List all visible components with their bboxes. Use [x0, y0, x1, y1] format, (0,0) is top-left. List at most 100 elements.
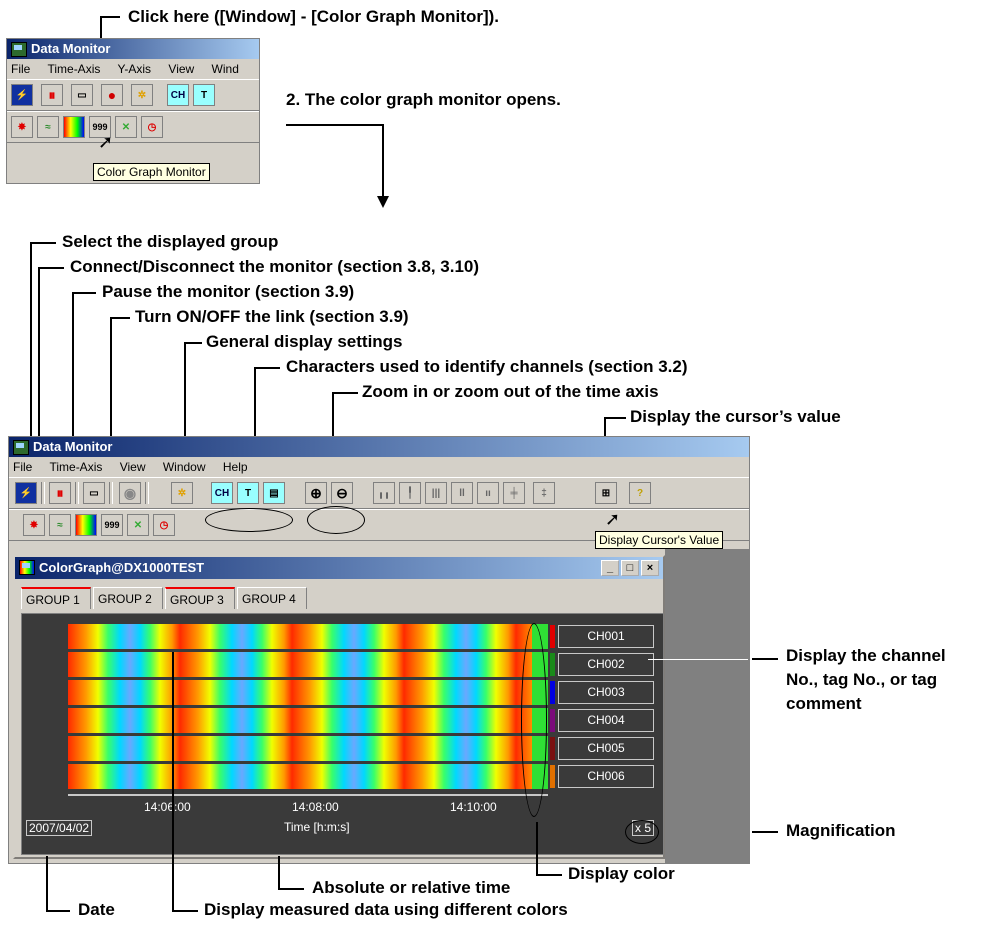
- mdi-background: [665, 549, 749, 863]
- channel-color-bar: [68, 652, 548, 677]
- menu-window[interactable]: Wind: [212, 62, 239, 76]
- color-graph-icon[interactable]: [63, 116, 85, 138]
- main-window-titlebar: Data Monitor: [9, 437, 749, 457]
- channel-color-strip: [550, 653, 555, 676]
- menu-time-axis[interactable]: Time-Axis: [47, 62, 100, 76]
- time-unit-label: Time [h:m:s]: [284, 820, 350, 834]
- menu-y-axis[interactable]: Y-Axis: [117, 62, 151, 76]
- leader-cursor-h: [604, 417, 626, 419]
- connect-icon[interactable]: ⚡: [15, 482, 37, 504]
- menu-view[interactable]: View: [168, 62, 194, 76]
- channel-label-ch004: CH004: [558, 709, 654, 732]
- channel-label-ch006: CH006: [558, 765, 654, 788]
- maximize-icon[interactable]: □: [621, 560, 639, 576]
- mouse-cursor-icon: ➚: [98, 132, 114, 152]
- channel-label-ch002: CH002: [558, 653, 654, 676]
- record-icon[interactable]: ◉: [119, 482, 141, 504]
- leader-display-color-h: [536, 874, 562, 876]
- trend-icon[interactable]: ≈: [37, 116, 59, 138]
- annotation-select-group: Select the displayed group: [62, 232, 279, 251]
- main-menubar: File Time-Axis View Window Help: [9, 457, 749, 477]
- bar-icon[interactable]: ✕: [115, 116, 137, 138]
- tab-group-4[interactable]: GROUP 4: [237, 587, 307, 609]
- leader-characters-h: [254, 367, 280, 369]
- menu-file[interactable]: File: [13, 460, 32, 474]
- annotation-general: General display settings: [206, 332, 403, 351]
- menu-window[interactable]: Window: [163, 460, 206, 474]
- link-icon[interactable]: ▭: [71, 84, 93, 106]
- channel-color-strip: [550, 681, 555, 704]
- ch-icon[interactable]: CH: [167, 84, 189, 106]
- channel-color-bar: [68, 624, 548, 649]
- channel-color-strip: [550, 625, 555, 648]
- annotation-cursor-value: Display the cursor’s value: [630, 407, 841, 426]
- cursor-tool-icon[interactable]: ╪: [503, 482, 525, 504]
- ch-icon[interactable]: CH: [211, 482, 233, 504]
- leader-time-v: [278, 856, 280, 890]
- time-tick: 14:08:00: [292, 800, 339, 814]
- toolbar-separator: [41, 482, 45, 504]
- settings-icon[interactable]: ✲: [131, 84, 153, 106]
- pause-icon[interactable]: ⏸: [49, 482, 71, 504]
- cursor-tool-icon[interactable]: ╻╻: [373, 482, 395, 504]
- annotation-characters: Characters used to identify channels (se…: [286, 357, 688, 376]
- annotation-click-here: Click here ([Window] - [Color Graph Moni…: [128, 7, 499, 26]
- leader-group-h: [30, 242, 56, 244]
- close-icon[interactable]: ×: [641, 560, 659, 576]
- cursor-tool-icon[interactable]: |||: [425, 482, 447, 504]
- clock-icon[interactable]: ◷: [153, 514, 175, 536]
- zoom-in-icon[interactable]: ⊕: [305, 482, 327, 504]
- annotation-display-channel-3: comment: [786, 694, 862, 713]
- tab-group-2[interactable]: GROUP 2: [93, 587, 163, 609]
- leader-date-h: [46, 910, 70, 912]
- date-label: 2007/04/02: [26, 820, 93, 836]
- menu-file[interactable]: File: [11, 62, 30, 76]
- clock-icon[interactable]: ◷: [141, 116, 163, 138]
- channel-label-ch003: CH003: [558, 681, 654, 704]
- color-graph-icon[interactable]: [75, 514, 97, 536]
- digital-icon[interactable]: 999: [101, 514, 123, 536]
- app-icon: [11, 42, 27, 57]
- top-toolbar-2: ✸ ≈ 999 ✕ ◷: [7, 111, 259, 143]
- alarm-icon[interactable]: ✸: [23, 514, 45, 536]
- leader-opens-v: [382, 124, 384, 202]
- top-data-monitor-window: Data Monitor File Time-Axis Y-Axis View …: [6, 38, 260, 184]
- cursor-tool-icon[interactable]: ıı: [477, 482, 499, 504]
- cursor-tool-icon[interactable]: ╿: [399, 482, 421, 504]
- alarm-icon[interactable]: ✸: [11, 116, 33, 138]
- settings-icon[interactable]: ✲: [171, 482, 193, 504]
- tab-group-1[interactable]: GROUP 1: [21, 587, 91, 609]
- annotation-display-color: Display color: [568, 864, 675, 883]
- tooltip-cursor-value: Display Cursor's Value: [595, 531, 724, 549]
- bar-icon[interactable]: ✕: [127, 514, 149, 536]
- tooltip-color-graph: Color Graph Monitor: [93, 163, 210, 181]
- cursor-value-icon[interactable]: ⊞: [595, 482, 617, 504]
- link-icon[interactable]: ▭: [83, 482, 105, 504]
- tab-group-3[interactable]: GROUP 3: [165, 587, 235, 609]
- trend-icon[interactable]: ≈: [49, 514, 71, 536]
- minimize-icon[interactable]: _: [601, 560, 619, 576]
- channel-color-bar: [68, 764, 548, 789]
- help-icon[interactable]: ?: [629, 482, 651, 504]
- leader-click-h: [100, 16, 120, 18]
- connect-icon[interactable]: ⚡: [11, 84, 33, 106]
- leader-pause-h: [72, 292, 96, 294]
- menu-help[interactable]: Help: [223, 460, 248, 474]
- leader-zoom-h: [332, 392, 358, 394]
- leader-date-v: [46, 856, 48, 912]
- tag-icon[interactable]: T: [237, 482, 259, 504]
- leader-channel-h: [648, 659, 748, 660]
- app-icon: [13, 440, 29, 455]
- comment-icon[interactable]: ▤: [263, 482, 285, 504]
- tag-icon[interactable]: T: [193, 84, 215, 106]
- pause-icon[interactable]: ⏸: [41, 84, 63, 106]
- highlight-oval: [307, 506, 365, 534]
- zoom-out-icon[interactable]: ⊖: [331, 482, 353, 504]
- arrow-down-icon: [377, 196, 389, 208]
- cursor-tool-icon[interactable]: ll: [451, 482, 473, 504]
- record-icon[interactable]: ●: [101, 84, 123, 106]
- menu-time-axis[interactable]: Time-Axis: [49, 460, 102, 474]
- menu-view[interactable]: View: [120, 460, 146, 474]
- cursor-tool-icon[interactable]: ‡: [533, 482, 555, 504]
- leader-display-color-v: [536, 822, 538, 874]
